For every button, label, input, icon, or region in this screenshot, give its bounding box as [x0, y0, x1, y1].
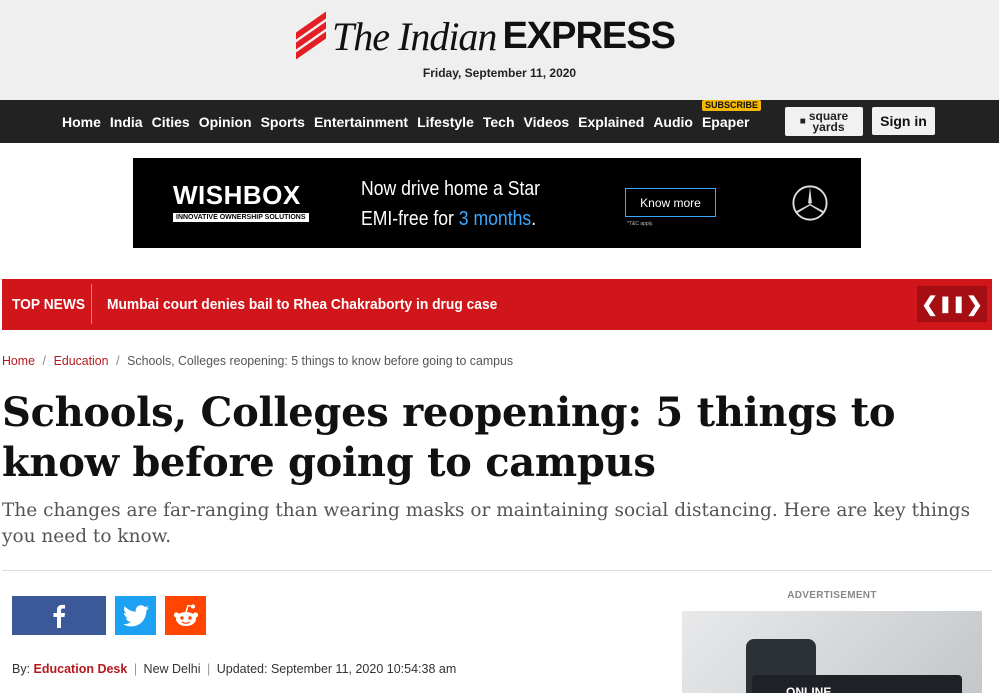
- square-yards-logo[interactable]: ■ square yards: [785, 107, 863, 136]
- byline-divider: |: [133, 662, 138, 676]
- breadcrumb-section[interactable]: Education: [54, 353, 109, 368]
- ad-line2-accent: 3 months: [458, 208, 532, 230]
- article-synopsis: The changes are far-ranging than wearing…: [2, 500, 971, 547]
- nav-item-india[interactable]: India: [110, 114, 143, 130]
- masthead: The Indian EXPRESS Friday, September 11,…: [0, 0, 999, 100]
- ad-line2-prefix: EMI-free for: [361, 208, 459, 230]
- ad-headline-line1: Now drive home a Star: [361, 178, 541, 200]
- ad-image-laptop: [752, 675, 962, 693]
- nav-item-audio[interactable]: Audio: [653, 114, 693, 130]
- twitter-icon: [122, 604, 149, 626]
- twitter-share-button[interactable]: [115, 596, 156, 635]
- facebook-share-button[interactable]: [12, 596, 106, 635]
- logo-text-express: EXPRESS: [502, 14, 676, 57]
- nav-items: Home India Cities Opinion Sports Enterta…: [62, 99, 761, 143]
- nav-item-epaper[interactable]: SUBSCRIBE Epaper: [701, 99, 761, 130]
- sidebar-ad[interactable]: ONLINE: [682, 611, 982, 693]
- ad-brand-sub: INNOVATIVE OWNERSHIP SOLUTIONS: [173, 213, 309, 222]
- byline-author[interactable]: Education Desk: [34, 662, 128, 676]
- sign-in-button[interactable]: Sign in: [872, 107, 935, 135]
- top-news-headline[interactable]: Mumbai court denies bail to Rhea Chakrab…: [107, 279, 497, 330]
- square-yards-line2: yards: [812, 119, 845, 134]
- nav-item-entertainment[interactable]: Entertainment: [314, 114, 408, 130]
- square-yards-text: square yards: [809, 110, 848, 134]
- reddit-icon: [173, 604, 198, 626]
- ad-terms: *T&C apply.: [627, 221, 654, 227]
- breadcrumb-separator: /: [116, 353, 120, 368]
- top-news-divider: [91, 284, 92, 324]
- ad-screen-text: ONLINE: [786, 685, 832, 693]
- byline-prefix: By:: [12, 662, 31, 676]
- breadcrumb-current: Schools, Colleges reopening: 5 things to…: [127, 353, 514, 368]
- know-more-button[interactable]: Know more: [625, 188, 716, 217]
- site-logo[interactable]: The Indian EXPRESS: [296, 11, 676, 60]
- facebook-icon: [53, 604, 65, 628]
- nav-item-epaper-label: Epaper: [701, 113, 750, 130]
- article-byline: By: Education Desk | New Delhi | Updated…: [12, 662, 456, 676]
- byline-location: New Delhi: [143, 662, 201, 676]
- article-title: Schools, Colleges reopening: 5 things to…: [2, 389, 896, 486]
- reddit-share-button[interactable]: [165, 596, 206, 635]
- divider: [2, 570, 992, 571]
- logo-mark-icon: [296, 11, 328, 60]
- square-yards-icon: ■: [799, 116, 806, 127]
- top-news-label: TOP NEWS: [12, 296, 86, 313]
- advertisement-label: ADVERTISEMENT: [787, 590, 877, 601]
- nav-item-opinion[interactable]: Opinion: [199, 114, 252, 130]
- byline-divider: |: [207, 662, 211, 676]
- subscribe-badge[interactable]: SUBSCRIBE: [701, 99, 761, 111]
- byline-updated: Updated: September 11, 2020 10:54:38 am: [216, 662, 457, 676]
- nav-item-home[interactable]: Home: [62, 114, 101, 130]
- ad-headline-line2: EMI-free for 3 months.: [361, 204, 540, 234]
- nav-item-explained[interactable]: Explained: [578, 114, 644, 130]
- ad-brand: WISHBOX: [173, 180, 301, 210]
- logo-text-the-indian: The Indian: [332, 13, 497, 59]
- breadcrumb-home[interactable]: Home: [2, 353, 35, 368]
- breadcrumb-separator: /: [42, 353, 46, 368]
- top-news-bar: TOP NEWS Mumbai court denies bail to Rhe…: [2, 279, 992, 330]
- pause-icon[interactable]: ❚❚: [939, 294, 966, 314]
- ad-headline: Now drive home a Star EMI-free for 3 mon…: [361, 174, 540, 234]
- nav-item-cities[interactable]: Cities: [152, 114, 190, 130]
- ticker-controls: ❮ ❚❚ ❯: [917, 286, 987, 322]
- masthead-date: Friday, September 11, 2020: [422, 66, 577, 80]
- breadcrumb: Home / Education / Schools, Colleges reopeni…: [2, 353, 513, 368]
- ad-banner[interactable]: WISHBOX INNOVATIVE OWNERSHIP SOLUTIONS N…: [133, 158, 861, 248]
- chevron-left-icon[interactable]: ❮: [921, 292, 938, 317]
- nav-item-tech[interactable]: Tech: [483, 114, 515, 130]
- mercedes-star-icon: [792, 185, 828, 221]
- nav-item-lifestyle[interactable]: Lifestyle: [417, 114, 474, 130]
- ad-line2-suffix: .: [531, 208, 537, 230]
- nav-item-sports[interactable]: Sports: [261, 114, 305, 130]
- chevron-right-icon[interactable]: ❯: [966, 292, 983, 317]
- nav-item-videos[interactable]: Videos: [524, 114, 570, 130]
